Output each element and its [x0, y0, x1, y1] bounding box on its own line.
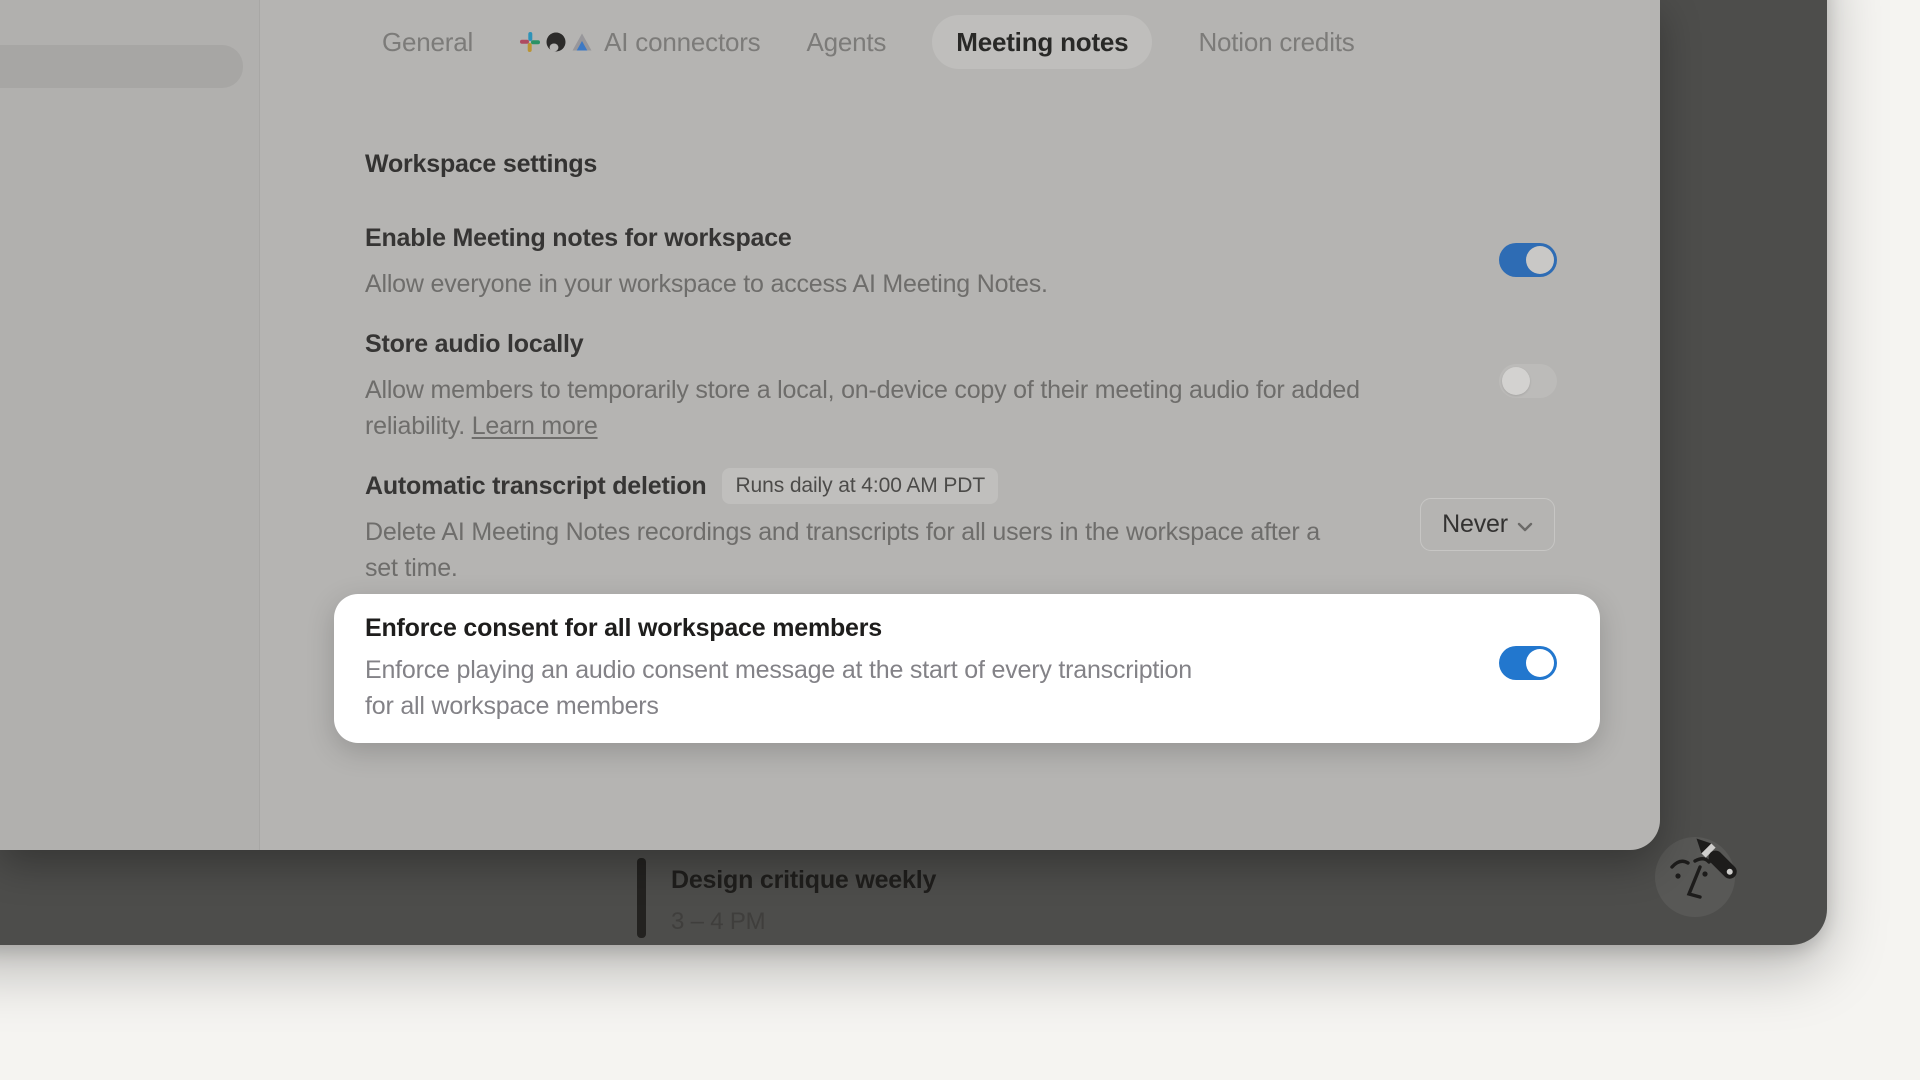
settings-sidebar — [0, 0, 260, 850]
toggle-knob — [1502, 367, 1530, 395]
setting-desc-auto-transcript-deletion: Delete AI Meeting Notes recordings and t… — [365, 514, 1325, 586]
deletion-period-dropdown[interactable]: Never — [1420, 498, 1555, 551]
sidebar-selected-item[interactable] — [0, 45, 243, 88]
tab-notion-credits[interactable]: Notion credits — [1198, 27, 1354, 58]
event-time: 3 – 4 PM — [671, 908, 765, 936]
tab-general[interactable]: General — [382, 27, 473, 58]
section-heading: Workspace settings — [365, 150, 597, 179]
toggle-knob — [1526, 649, 1554, 677]
github-icon — [545, 31, 567, 53]
setting-title-auto-transcript-deletion: Automatic transcript deletion Runs daily… — [365, 468, 998, 504]
toggle-store-audio-locally[interactable] — [1499, 364, 1557, 398]
consent-setting-card: Enforce consent for all workspace member… — [334, 594, 1600, 743]
learn-more-link[interactable]: Learn more — [472, 412, 598, 440]
google-drive-icon — [571, 31, 593, 53]
event-color-bar — [637, 858, 646, 938]
event-title: Design critique weekly — [671, 866, 936, 895]
schedule-badge: Runs daily at 4:00 AM PDT — [722, 468, 998, 504]
face-and-pencil-icon — [1645, 827, 1745, 927]
setting-desc-enforce-consent: Enforce playing an audio consent message… — [365, 652, 1225, 724]
toggle-knob — [1526, 246, 1554, 274]
settings-tab-bar: General — [382, 15, 1355, 69]
setting-title-store-audio-locally: Store audio locally — [365, 330, 583, 359]
settings-dialog: General — [0, 0, 1660, 850]
setting-title-enable-meeting-notes: Enable Meeting notes for workspace — [365, 224, 792, 253]
toggle-enable-meeting-notes[interactable] — [1499, 243, 1557, 277]
slack-icon — [519, 31, 541, 53]
setting-title-enforce-consent: Enforce consent for all workspace member… — [365, 614, 882, 643]
setting-desc-store-audio-locally: Allow members to temporarily store a loc… — [365, 372, 1375, 444]
tab-agents[interactable]: Agents — [806, 27, 886, 58]
chevron-down-icon — [1517, 510, 1533, 539]
toggle-enforce-consent[interactable] — [1499, 646, 1557, 680]
setting-desc-enable-meeting-notes: Allow everyone in your workspace to acce… — [365, 266, 1048, 302]
tab-meeting-notes[interactable]: Meeting notes — [932, 15, 1152, 69]
tab-ai-connectors[interactable]: AI connectors — [519, 27, 760, 58]
